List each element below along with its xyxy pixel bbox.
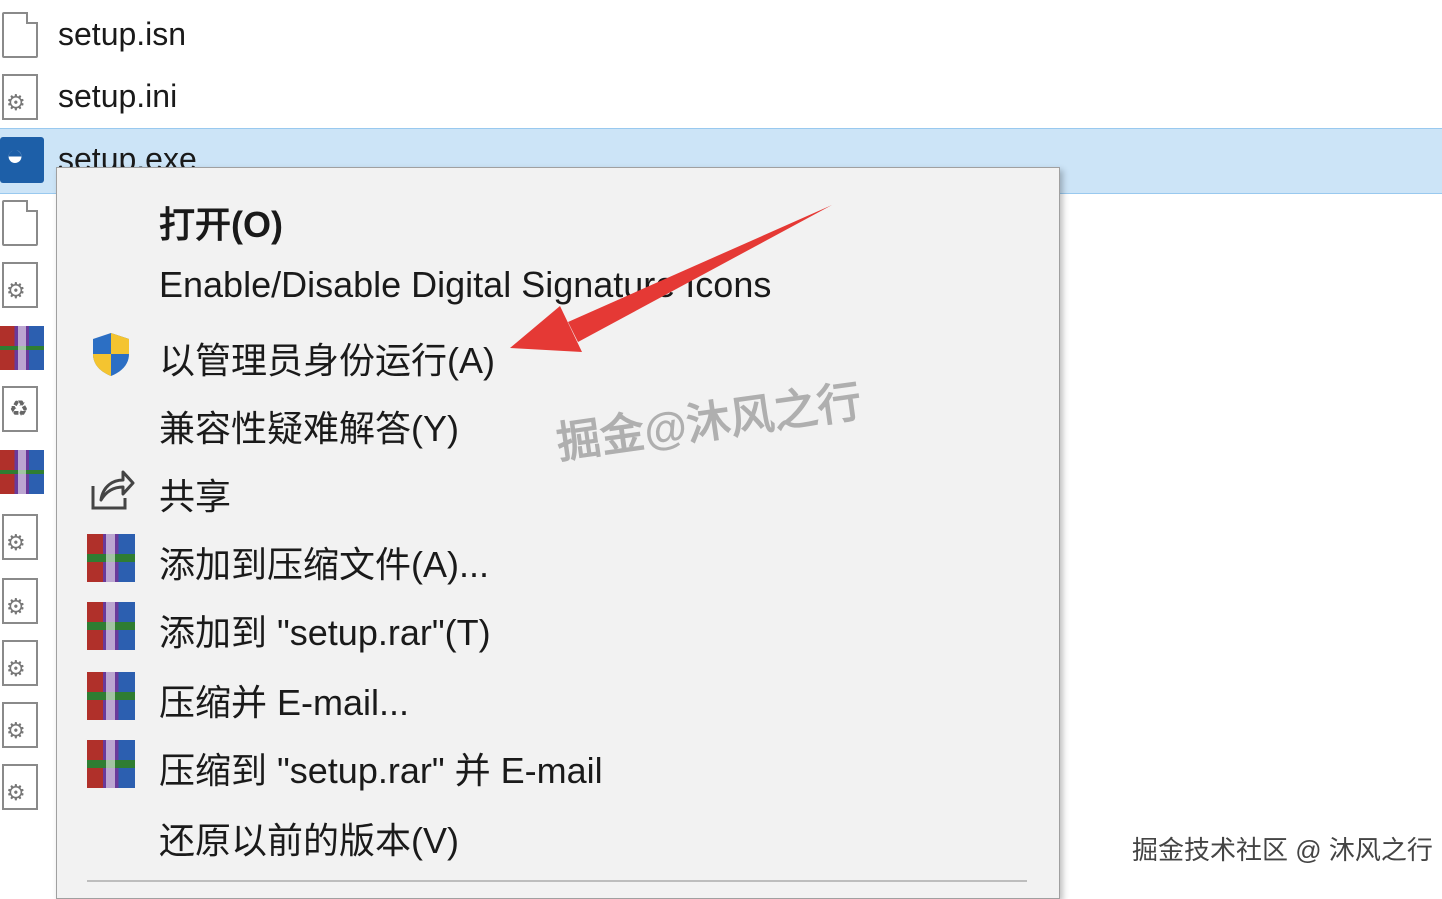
blank-file-icon[interactable] xyxy=(2,200,38,246)
settings-file-icon[interactable]: ⚙ xyxy=(2,640,38,686)
menu-item-label: Enable/Disable Digital Signature Icons xyxy=(159,264,772,305)
menu-item-add-to-setup-rar[interactable]: 添加到 "setup.rar"(T) xyxy=(57,592,1057,658)
archive-file-icon[interactable] xyxy=(0,326,44,370)
menu-item-compress-email[interactable]: 压缩并 E-mail... xyxy=(57,662,1057,728)
settings-file-icon[interactable]: ⚙ xyxy=(2,578,38,624)
menu-item-label: 压缩并 E-mail... xyxy=(159,682,410,723)
menu-item-digital-signature[interactable]: Enable/Disable Digital Signature Icons xyxy=(57,252,1057,318)
settings-file-icon[interactable]: ⚙ xyxy=(2,764,38,810)
archive-file-icon[interactable] xyxy=(0,450,44,494)
file-name: setup.ini xyxy=(58,78,178,114)
share-icon xyxy=(91,470,135,510)
settings-file-icon[interactable]: ⚙ xyxy=(2,262,38,308)
uac-shield-icon xyxy=(93,333,129,376)
settings-file-icon[interactable]: ⚙ xyxy=(2,514,38,560)
installer-icon: ◒ xyxy=(0,137,44,183)
menu-item-label: 兼容性疑难解答(Y) xyxy=(159,408,459,449)
menu-item-label: 还原以前的版本(V) xyxy=(159,820,459,861)
menu-item-label: 添加到压缩文件(A)... xyxy=(159,544,489,585)
menu-item-share[interactable]: 共享 xyxy=(57,456,1057,522)
menu-item-open[interactable]: 打开(O) xyxy=(57,184,1057,250)
menu-item-label: 以管理员身份运行(A) xyxy=(159,340,495,381)
menu-item-compress-to-rar-email[interactable]: 压缩到 "setup.rar" 并 E-mail xyxy=(57,730,1057,796)
file-row-setup-isn[interactable]: setup.isn xyxy=(0,4,1442,66)
menu-item-label: 添加到 "setup.rar"(T) xyxy=(159,612,491,653)
menu-item-label: 压缩到 "setup.rar" 并 E-mail xyxy=(159,750,603,791)
settings-file-icon: ⚙ xyxy=(2,74,38,120)
menu-item-run-as-admin[interactable]: 以管理员身份运行(A) xyxy=(57,320,1057,386)
blank-file-icon xyxy=(2,12,38,58)
menu-item-add-to-archive[interactable]: 添加到压缩文件(A)... xyxy=(57,524,1057,590)
winrar-icon xyxy=(87,740,135,788)
menu-item-label: 打开(O) xyxy=(159,204,283,245)
file-name: setup.isn xyxy=(58,16,187,52)
menu-item-restore-versions[interactable]: 还原以前的版本(V) xyxy=(57,800,1057,866)
file-row-setup-ini[interactable]: ⚙ setup.ini xyxy=(0,66,1442,128)
menu-separator xyxy=(87,880,1027,882)
winrar-icon xyxy=(87,602,135,650)
context-menu: 打开(O) Enable/Disable Digital Signature I… xyxy=(56,167,1060,899)
winrar-icon xyxy=(87,672,135,720)
watermark-corner: 掘金技术社区 @ 沐风之行 xyxy=(1132,835,1433,865)
winrar-icon xyxy=(87,534,135,582)
shortcut-file-icon[interactable]: ♻ xyxy=(2,386,38,432)
menu-item-label: 共享 xyxy=(159,476,232,517)
settings-file-icon[interactable]: ⚙ xyxy=(2,702,38,748)
